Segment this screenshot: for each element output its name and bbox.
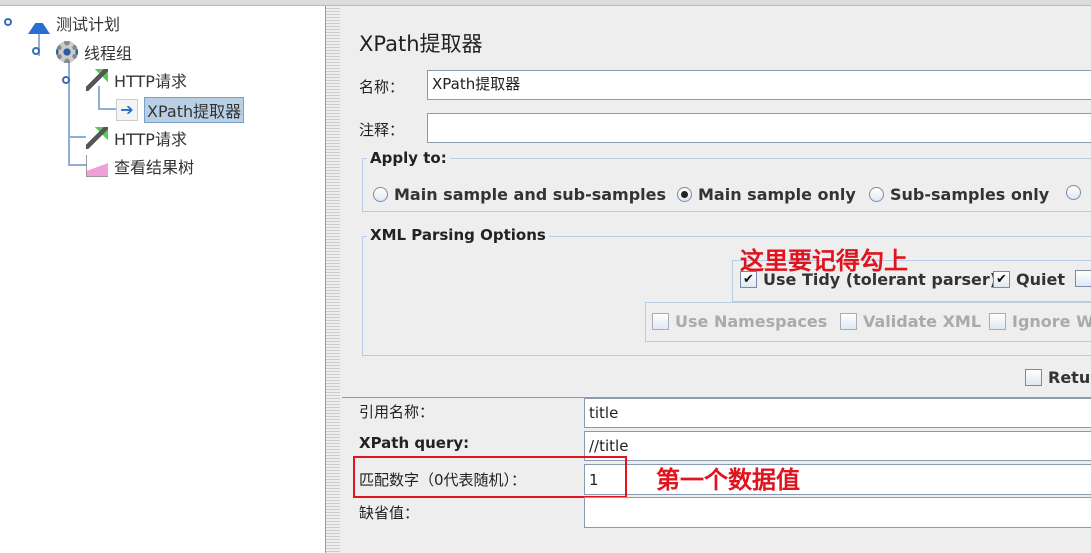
apply-to-legend: Apply to:: [367, 149, 450, 167]
comment-label: 注释：: [359, 121, 405, 139]
default-value-label: 缺省值：: [359, 504, 420, 522]
xpath-query-label: XPath query:: [359, 434, 470, 452]
expand-toggle[interactable]: [4, 18, 12, 26]
expand-toggle[interactable]: [32, 47, 40, 55]
flask-icon: [28, 12, 50, 34]
reference-name-label: 引用名称：: [359, 403, 435, 421]
reference-name-input[interactable]: title: [584, 398, 1091, 428]
tree-item-view-results-tree[interactable]: 查看结果树: [86, 154, 194, 178]
tree-item-thread-group[interactable]: 线程组: [56, 40, 132, 64]
split-pane-divider[interactable]: [326, 6, 340, 553]
pipette-icon: [86, 127, 108, 149]
tree-item-http-request-2[interactable]: HTTP请求: [86, 126, 187, 150]
gear-icon: [56, 41, 78, 63]
validate-xml-checkbox[interactable]: Validate XML: [840, 312, 981, 331]
use-namespaces-checkbox[interactable]: Use Namespaces: [652, 312, 827, 331]
graph-icon: [86, 155, 108, 177]
quiet-checkbox[interactable]: ✔ Quiet: [993, 270, 1065, 289]
xml-parsing-legend: XML Parsing Options: [367, 226, 549, 244]
annotation-tidy-note: 这里要记得勾上: [740, 247, 908, 275]
radio-other[interactable]: [1066, 185, 1081, 200]
default-value-input[interactable]: [584, 497, 1091, 528]
annotation-highlight-box: [353, 456, 627, 498]
report-errors-checkbox[interactable]: [1075, 270, 1091, 287]
expand-toggle[interactable]: [62, 76, 70, 84]
radio-main-and-sub[interactable]: Main sample and sub-samples: [373, 185, 666, 204]
annotation-match-note: 第一个数据值: [656, 466, 800, 494]
page-title: XPath提取器: [359, 32, 483, 56]
name-label: 名称：: [359, 78, 405, 96]
pipette-icon: [86, 69, 108, 91]
name-input[interactable]: XPath提取器: [427, 70, 1091, 100]
tree-item-http-request[interactable]: HTTP请求: [86, 68, 187, 92]
arrow-doc-icon: ➔: [116, 99, 138, 121]
tree-item-test-plan[interactable]: 测试计划: [28, 11, 120, 35]
ignore-whitespace-checkbox[interactable]: Ignore W: [989, 312, 1091, 331]
tree-item-xpath-extractor[interactable]: ➔ XPath提取器: [116, 97, 245, 123]
radio-sub-only[interactable]: Sub-samples only: [869, 185, 1049, 204]
test-plan-tree[interactable]: 测试计划 线程组 HTTP请求 ➔ XPath提取器 HTTP请求 查看结果树: [0, 6, 326, 553]
comment-input[interactable]: [427, 113, 1091, 143]
radio-main-only[interactable]: Main sample only: [677, 185, 856, 204]
return-checkbox[interactable]: Retur: [1025, 368, 1091, 387]
xpath-query-input[interactable]: //title: [584, 431, 1091, 461]
